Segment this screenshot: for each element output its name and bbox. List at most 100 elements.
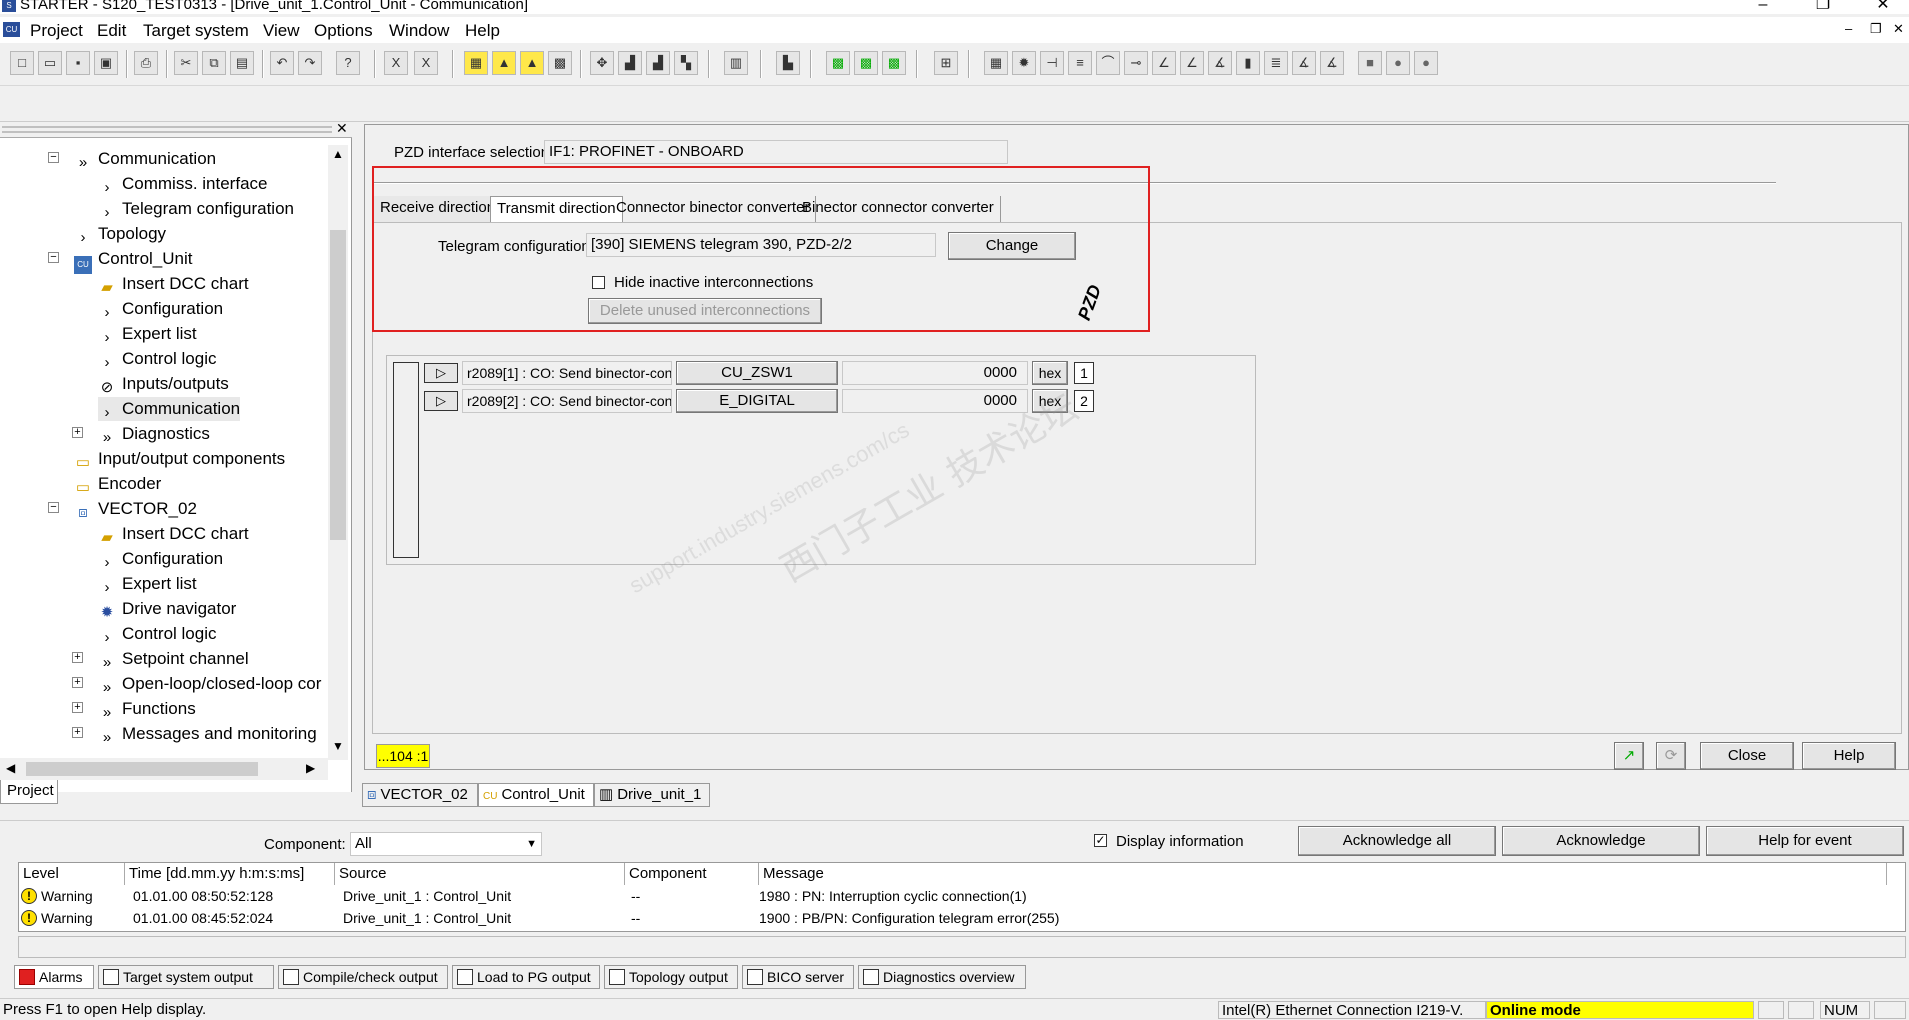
script-x2-icon[interactable]: X <box>414 51 438 75</box>
grid-icon[interactable]: ⊞ <box>934 51 958 75</box>
new-icon[interactable]: □ <box>10 51 34 75</box>
collapse-icon[interactable]: − <box>48 252 59 263</box>
trace-icon-1[interactable]: ▩ <box>826 51 850 75</box>
tree-item[interactable]: › Control logic <box>98 347 217 371</box>
expand-icon[interactable]: + <box>72 652 83 663</box>
tree-item[interactable]: ▭ Encoder <box>74 472 161 496</box>
dcc-icon-13[interactable]: ∡ <box>1320 51 1344 75</box>
pzd-interface-select[interactable]: IF1: PROFINET - ONBOARD <box>544 140 1008 164</box>
close-button[interactable]: Close <box>1700 742 1794 770</box>
tree-item[interactable]: +» Messages and monitoring <box>72 722 317 746</box>
dcc-icon-1[interactable]: ▦ <box>984 51 1008 75</box>
trace-icon-3[interactable]: ▩ <box>882 51 906 75</box>
component-select[interactable]: All ▼ <box>350 832 542 856</box>
refresh-icon[interactable]: ⟳ <box>1656 742 1686 770</box>
table-horizontal-scrollbar[interactable] <box>18 936 1906 958</box>
tree-item[interactable]: ▰ Insert DCC chart <box>98 522 248 546</box>
table-row[interactable]: ! Warning 01.01.00 08:50:52:128 Drive_un… <box>19 885 1905 907</box>
expand-icon[interactable]: + <box>72 677 83 688</box>
table-row[interactable]: ! Warning 01.01.00 08:45:52:024 Drive_un… <box>19 907 1905 929</box>
dcc-icon-2[interactable]: ✹ <box>1012 51 1036 75</box>
tree-item[interactable]: ▰ Insert DCC chart <box>98 272 248 296</box>
column-header[interactable]: Level <box>19 863 125 885</box>
stop-icon[interactable]: ■ <box>1358 51 1382 75</box>
connector-arrow-icon[interactable]: ▷ <box>424 391 458 411</box>
dcc-icon-6[interactable]: ⊸ <box>1124 51 1148 75</box>
mdi-close-icon[interactable]: ✕ <box>1893 21 1904 37</box>
tab-load-to-pg-output[interactable]: Load to PG output <box>452 965 600 989</box>
cut-icon[interactable]: ✂ <box>174 51 198 75</box>
scroll-right-icon[interactable]: ▶ <box>306 761 315 775</box>
dcc-icon-12[interactable]: ∡ <box>1292 51 1316 75</box>
tree-item[interactable]: +» Functions <box>72 697 196 721</box>
tree-item[interactable]: › Control logic <box>98 622 217 646</box>
trace-icon-2[interactable]: ▩ <box>854 51 878 75</box>
mdi-restore-icon[interactable]: ❐ <box>1870 21 1882 37</box>
dropdown-arrow-icon[interactable]: ▼ <box>526 833 537 855</box>
circle-icon-1[interactable]: ● <box>1386 51 1410 75</box>
tree-item[interactable]: › Expert list <box>98 322 197 346</box>
tab-bico-server[interactable]: BICO server <box>742 965 854 989</box>
source-param[interactable]: r2089[2] : CO: Send binector-conn <box>462 389 672 413</box>
tree-item[interactable]: ▭ Input/output components <box>74 447 285 471</box>
tree-vertical-scrollbar[interactable]: ▲ ▼ <box>328 145 348 760</box>
minimize-icon[interactable]: – <box>1748 0 1778 13</box>
menu-help[interactable]: Help <box>465 21 500 41</box>
dcc-icon-9[interactable]: ∡ <box>1208 51 1232 75</box>
expand-icon[interactable]: + <box>72 702 83 713</box>
tab-diagnostics-overview[interactable]: Diagnostics overview <box>858 965 1026 989</box>
tab-topology-output[interactable]: Topology output <box>604 965 738 989</box>
dcc-icon-11[interactable]: ≣ <box>1264 51 1288 75</box>
tree-item[interactable]: ✹ Drive navigator <box>98 597 237 621</box>
undo-icon[interactable]: ↶ <box>270 51 294 75</box>
help-for-event-button[interactable]: Help for event <box>1706 826 1904 856</box>
tree-item[interactable]: −» Communication <box>48 147 216 171</box>
connect-target-icon[interactable]: ▦ <box>464 51 488 75</box>
tab-alarms[interactable]: Alarms <box>14 965 94 989</box>
collapse-icon[interactable]: − <box>48 502 59 513</box>
accessible-nodes-icon[interactable]: ▙ <box>776 51 800 75</box>
menu-window[interactable]: Window <box>389 21 449 41</box>
print-icon[interactable]: ⎙ <box>134 51 158 75</box>
tab-target-system-output[interactable]: Target system output <box>98 965 274 989</box>
doc-icon[interactable]: CU <box>3 22 20 37</box>
circle-icon-2[interactable]: ● <box>1414 51 1438 75</box>
menu-project[interactable]: Project <box>30 21 83 41</box>
dcc-icon-7[interactable]: ∠ <box>1152 51 1176 75</box>
tree-item[interactable]: › Telegram configuration <box>98 197 294 221</box>
tree-item[interactable]: +» Diagnostics <box>72 422 210 446</box>
tree-item[interactable]: › Commiss. interface <box>98 172 268 196</box>
scroll-up-icon[interactable]: ▲ <box>332 147 344 161</box>
device-icon-1[interactable]: ✥ <box>590 51 614 75</box>
column-header[interactable]: Time [dd.mm.yy h:m:s:ms] <box>125 863 335 885</box>
scroll-left-icon[interactable]: ◀ <box>6 761 15 775</box>
tree-item[interactable]: − ⧈ VECTOR_02 <box>48 497 197 521</box>
dcc-icon-4[interactable]: ≡ <box>1068 51 1092 75</box>
tree-item[interactable]: › Configuration <box>98 547 224 571</box>
menu-view[interactable]: View <box>263 21 300 41</box>
expand-icon[interactable]: + <box>72 727 83 738</box>
device-icon-2[interactable]: ▟ <box>618 51 642 75</box>
panel-close-icon[interactable]: ✕ <box>336 120 348 137</box>
column-header[interactable]: Message <box>759 863 1887 885</box>
mdi-minimize-icon[interactable]: – <box>1845 21 1852 36</box>
tree-item[interactable]: › Topology <box>74 222 167 246</box>
copy-icon[interactable]: ⧉ <box>202 51 226 75</box>
open-icon[interactable]: ▭ <box>38 51 62 75</box>
save-compile-icon[interactable]: ▣ <box>94 51 118 75</box>
tab-compile-check-output[interactable]: Compile/check output <box>278 965 448 989</box>
online-green-icon[interactable]: ↗ <box>1614 742 1644 770</box>
redo-icon[interactable]: ↷ <box>298 51 322 75</box>
scroll-thumb[interactable] <box>26 762 258 776</box>
project-tab[interactable]: Project <box>0 780 58 804</box>
tree-item[interactable]: − CU Control_Unit <box>48 247 193 274</box>
acknowledge-all-button[interactable]: Acknowledge all <box>1298 826 1496 856</box>
dcc-icon-5[interactable]: ⌒ <box>1096 51 1120 75</box>
signal-name[interactable]: E_DIGITAL <box>676 389 838 413</box>
help-button[interactable]: Help <box>1802 742 1896 770</box>
download-icon[interactable]: ▲ <box>492 51 516 75</box>
script-x1-icon[interactable]: X <box>384 51 408 75</box>
menu-options[interactable]: Options <box>314 21 373 41</box>
column-header[interactable]: Component <box>625 863 759 885</box>
menu-target-system[interactable]: Target system <box>143 21 249 41</box>
